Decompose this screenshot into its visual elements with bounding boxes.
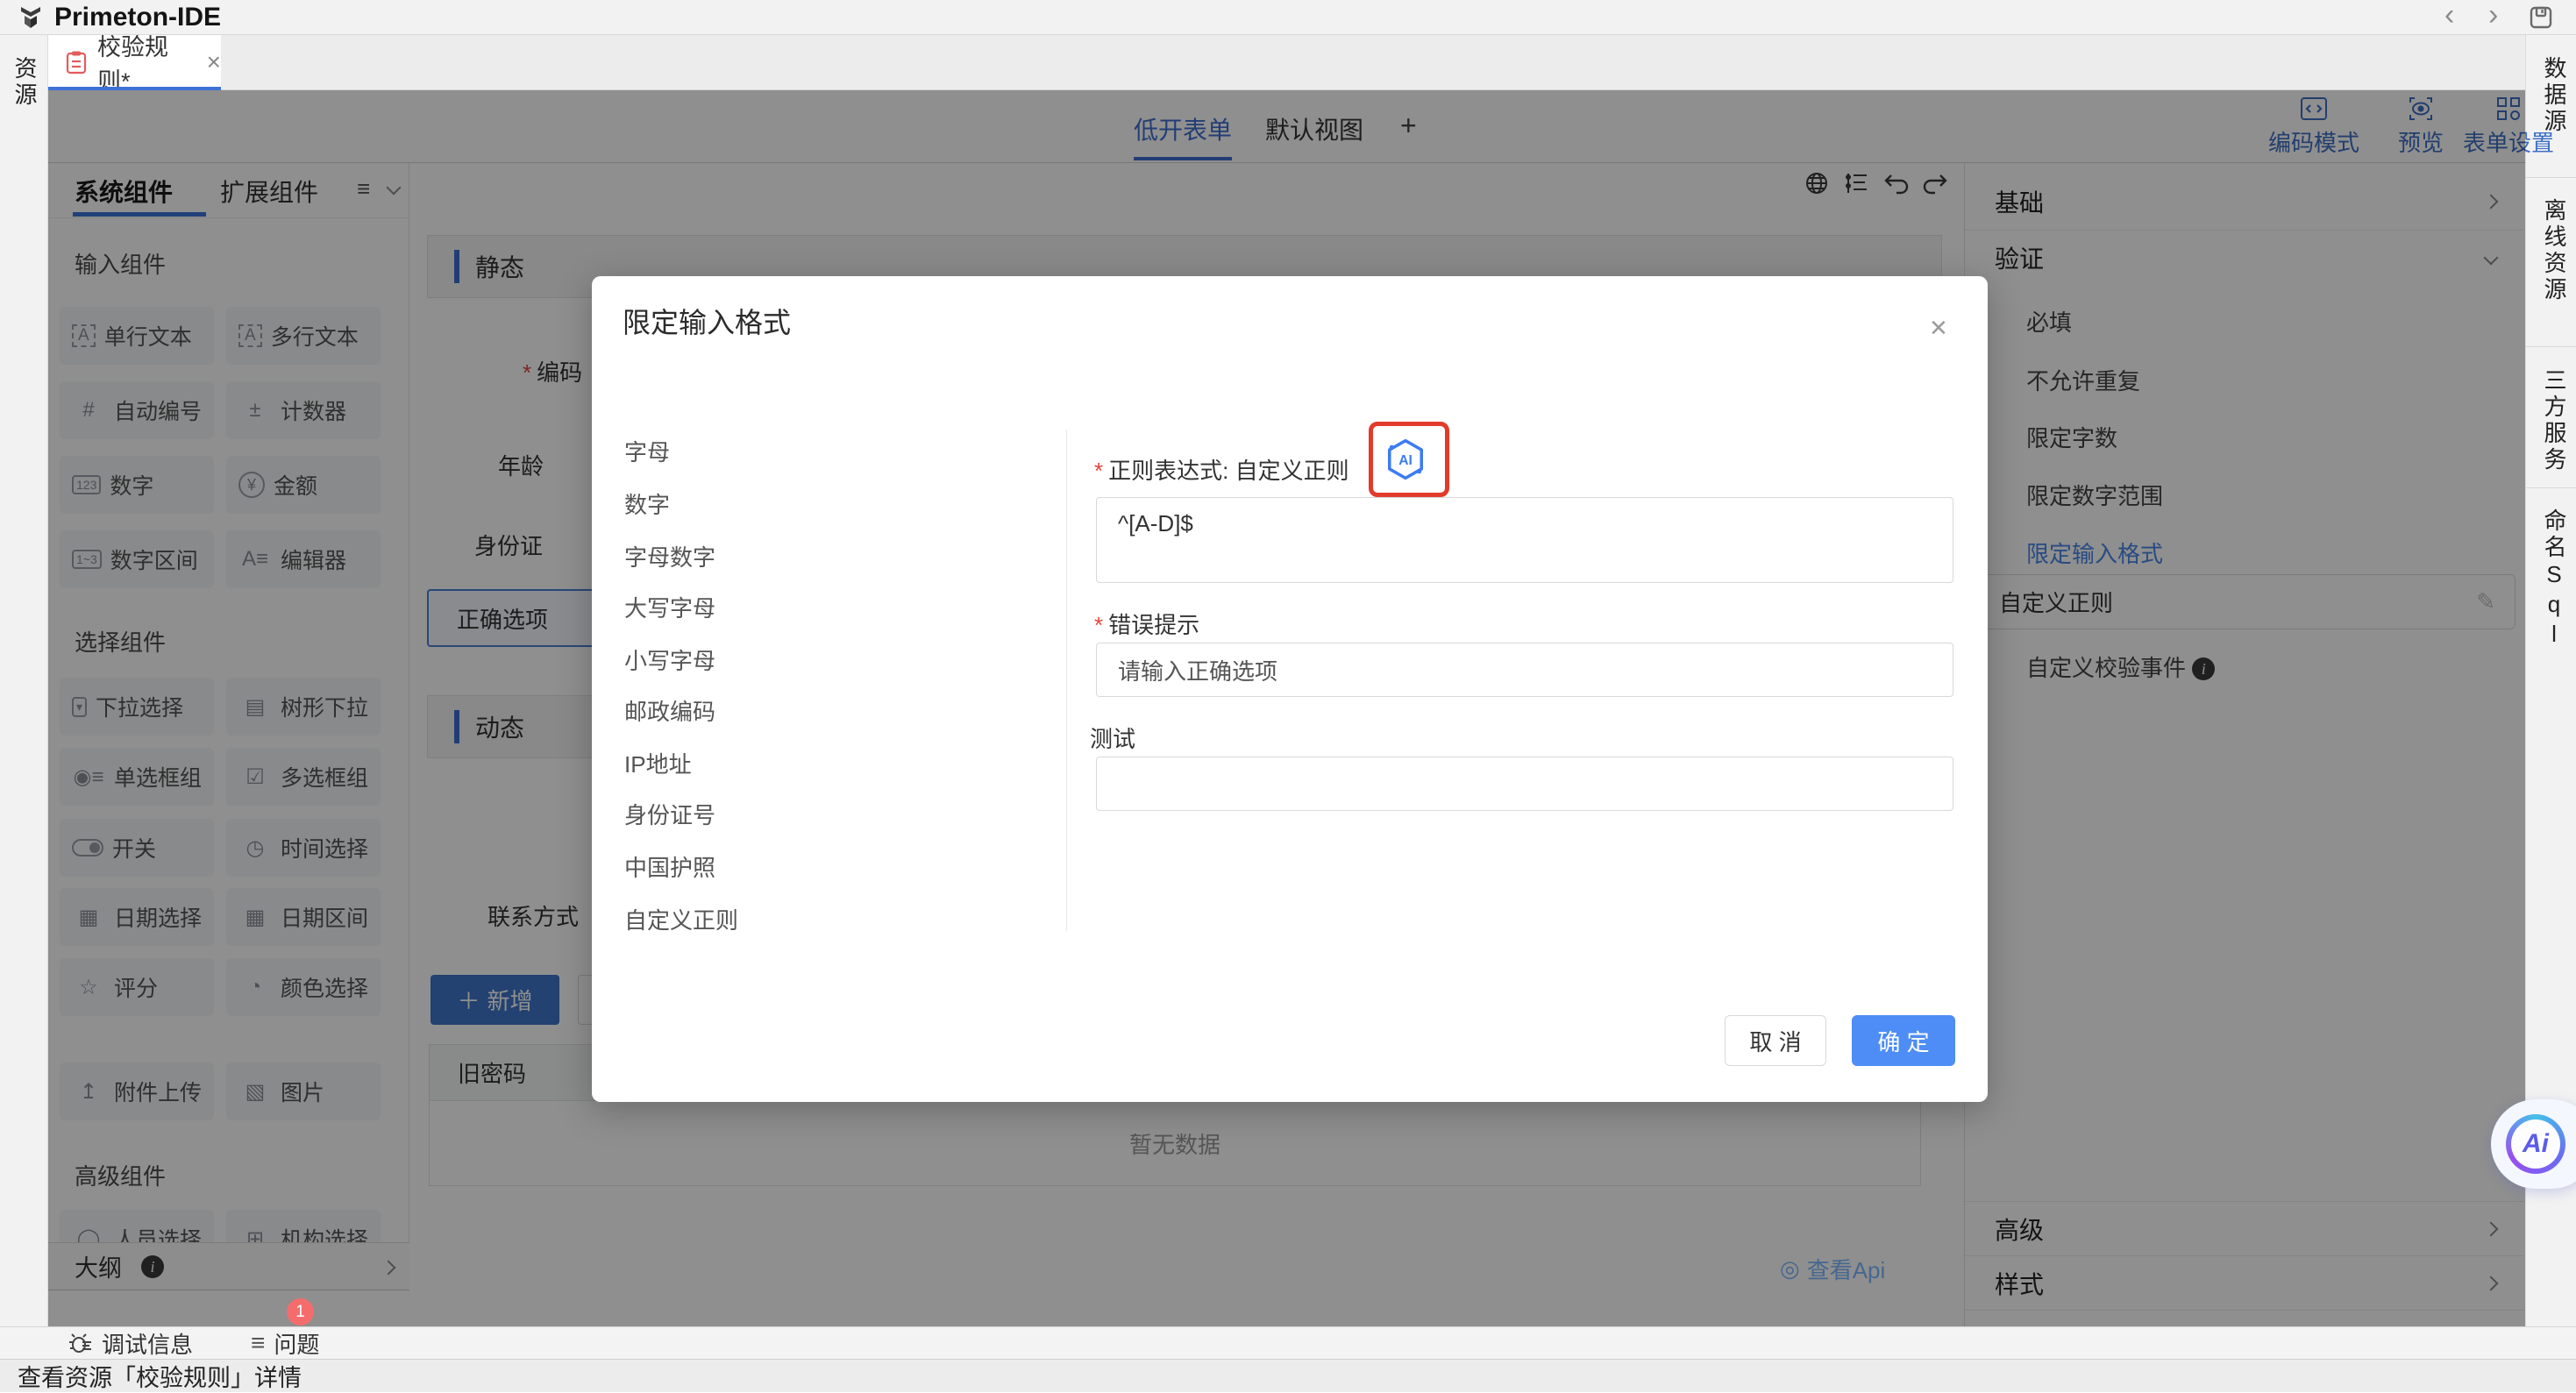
required-asterisk: * <box>1094 458 1103 484</box>
ai-regex-icon[interactable]: AI <box>1384 437 1427 481</box>
format-option-ip[interactable]: IP地址 <box>624 747 692 779</box>
required-asterisk: * <box>1094 612 1103 638</box>
forward-icon[interactable]: › <box>2488 0 2498 30</box>
divider <box>2526 487 2576 488</box>
test-label: 测试 <box>1090 721 1135 754</box>
app-logo-icon <box>18 4 44 31</box>
cancel-button[interactable]: 取 消 <box>1725 1015 1826 1066</box>
ai-fab-label: Ai <box>2511 1119 2560 1169</box>
ai-assistant-fab[interactable]: Ai <box>2491 1099 2576 1189</box>
ai-fab-ring: Ai <box>2506 1114 2565 1174</box>
close-icon[interactable]: × <box>1930 311 1947 345</box>
window-title-bar: Primeton-IDE ‹ › <box>0 0 2576 35</box>
file-doc-icon <box>66 50 87 75</box>
list-icon: ≡ <box>251 1329 265 1357</box>
format-option-lowercase[interactable]: 小写字母 <box>624 643 715 676</box>
error-hint-input[interactable] <box>1096 643 1953 697</box>
bug-icon <box>68 1332 93 1354</box>
divider <box>2526 177 2576 178</box>
file-tab-validation-rules[interactable]: 校验规则* × <box>48 35 221 89</box>
format-option-digits[interactable]: 数字 <box>624 487 670 520</box>
test-input[interactable] <box>1096 757 1953 811</box>
format-option-alphanumeric[interactable]: 字母数字 <box>624 540 715 572</box>
format-option-id-number[interactable]: 身份证号 <box>624 798 715 830</box>
status-bar: 查看资源「校验规则」详情 <box>0 1359 2576 1392</box>
input-format-modal: 限定输入格式 × 字母 数字 字母数字 大写字母 小写字母 邮政编码 IP地址 … <box>592 276 1988 1102</box>
modal-title: 限定输入格式 <box>623 301 791 341</box>
format-option-uppercase[interactable]: 大写字母 <box>624 591 715 623</box>
format-option-postcode[interactable]: 邮政编码 <box>624 694 715 727</box>
left-strip: 资源 <box>0 35 48 1359</box>
right-strip-thirdparty-tab[interactable]: 三方服务 <box>2538 368 2571 473</box>
problems-count-badge: 1 <box>287 1298 314 1325</box>
format-option-passport[interactable]: 中国护照 <box>624 850 715 883</box>
file-tab-bar: 校验规则* × <box>48 35 2525 90</box>
right-strip-offline-tab[interactable]: 离线资源 <box>2538 198 2571 303</box>
format-option-custom-regex[interactable]: 自定义正则 <box>624 903 738 935</box>
right-strip-namedsql-tab[interactable]: 命名Sql <box>2538 508 2571 650</box>
format-option-letters[interactable]: 字母 <box>624 435 670 467</box>
svg-text:AI: AI <box>1398 453 1413 468</box>
regex-label: *正则表达式: 自定义正则 <box>1094 453 1349 486</box>
save-icon[interactable] <box>2529 5 2553 30</box>
close-tab-icon[interactable]: × <box>207 48 221 76</box>
left-strip-resources-tab[interactable]: 资源 <box>9 56 41 109</box>
divider <box>2526 346 2576 347</box>
back-icon[interactable]: ‹ <box>2444 0 2454 30</box>
error-hint-label: *错误提示 <box>1094 608 1199 640</box>
regex-textarea[interactable]: ^[A-D]$ <box>1096 497 1953 583</box>
divider <box>1066 430 1067 931</box>
status-text: 查看资源「校验规则」详情 <box>18 1359 302 1393</box>
bottom-toolbar: 调试信息 ≡ 问题 <box>0 1326 2576 1359</box>
problems-button[interactable]: ≡ 问题 <box>251 1327 319 1360</box>
app-title: Primeton-IDE <box>54 3 221 32</box>
ok-button[interactable]: 确 定 <box>1852 1015 1955 1066</box>
debug-info-button[interactable]: 调试信息 <box>68 1327 193 1360</box>
